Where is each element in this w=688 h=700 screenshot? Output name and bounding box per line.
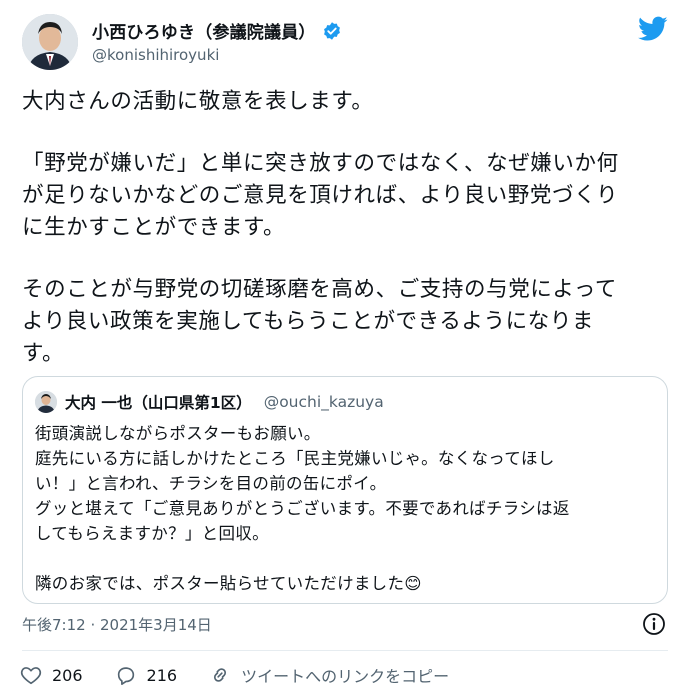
author-display-name[interactable]: 小西ひろゆき（参議院議員） [92, 18, 316, 43]
copy-link-label: ツイートへのリンクをコピー [241, 667, 450, 686]
like-button[interactable]: 206 [20, 664, 83, 686]
quoted-tweet[interactable]: 大内 一也（山口県第1区） @ouchi_kazuya 街頭演説しながらポスター… [22, 376, 668, 604]
quoted-author-name: 大内 一也（山口県第1区） [65, 394, 252, 412]
reply-count: 216 [146, 665, 178, 685]
verified-badge-icon [322, 21, 342, 41]
reply-icon [117, 667, 134, 685]
author-handle[interactable]: @konishihiroyuki [92, 46, 219, 64]
info-icon[interactable] [642, 612, 666, 636]
tweet-paragraph: 大内さんの活動に敬意を表します。 [22, 89, 374, 114]
divider [22, 650, 668, 651]
heart-icon [20, 667, 42, 685]
tweet-card: 小西ひろゆき（参議院議員） @konishihiroyuki 大内さんの活動に敬… [0, 0, 688, 700]
quoted-tweet-text: 街頭演説しながらポスターもお願い。 庭先にいる方に話しかけたところ「民主党嫌いじ… [35, 424, 570, 593]
tweet-body: 大内さんの活動に敬意を表します。 「野党が嫌いだ」と単に突き放すのではなく、なぜ… [22, 86, 674, 370]
like-count: 206 [52, 665, 83, 685]
reply-button[interactable]: 216 [115, 664, 178, 686]
tweet-paragraph: 「野党が嫌いだ」と単に突き放すのではなく、なぜ嫌いか何 が足りないかなどのご意見… [22, 151, 619, 240]
twitter-bird-icon[interactable] [638, 16, 668, 42]
copy-link-button[interactable]: ツイートへのリンクをコピー [209, 663, 449, 687]
author-avatar[interactable] [22, 14, 78, 70]
author-name-line: 小西ひろゆき（参議院議員） [92, 18, 342, 43]
quoted-author-handle: @ouchi_kazuya [263, 393, 384, 411]
link-icon [214, 668, 227, 682]
tweet-paragraph: そのことが与野党の切磋琢磨を高め、ご支持の与党によって より良い政策を実施しても… [22, 277, 617, 366]
quoted-tweet-header: 大内 一也（山口県第1区） @ouchi_kazuya [35, 391, 384, 413]
quoted-author-avatar [35, 391, 57, 413]
tweet-timestamp[interactable]: 午後7:12 · 2021年3月14日 [22, 614, 212, 635]
tweet-actions: 206 216 ツイートへのリンクをコピー [20, 660, 481, 690]
